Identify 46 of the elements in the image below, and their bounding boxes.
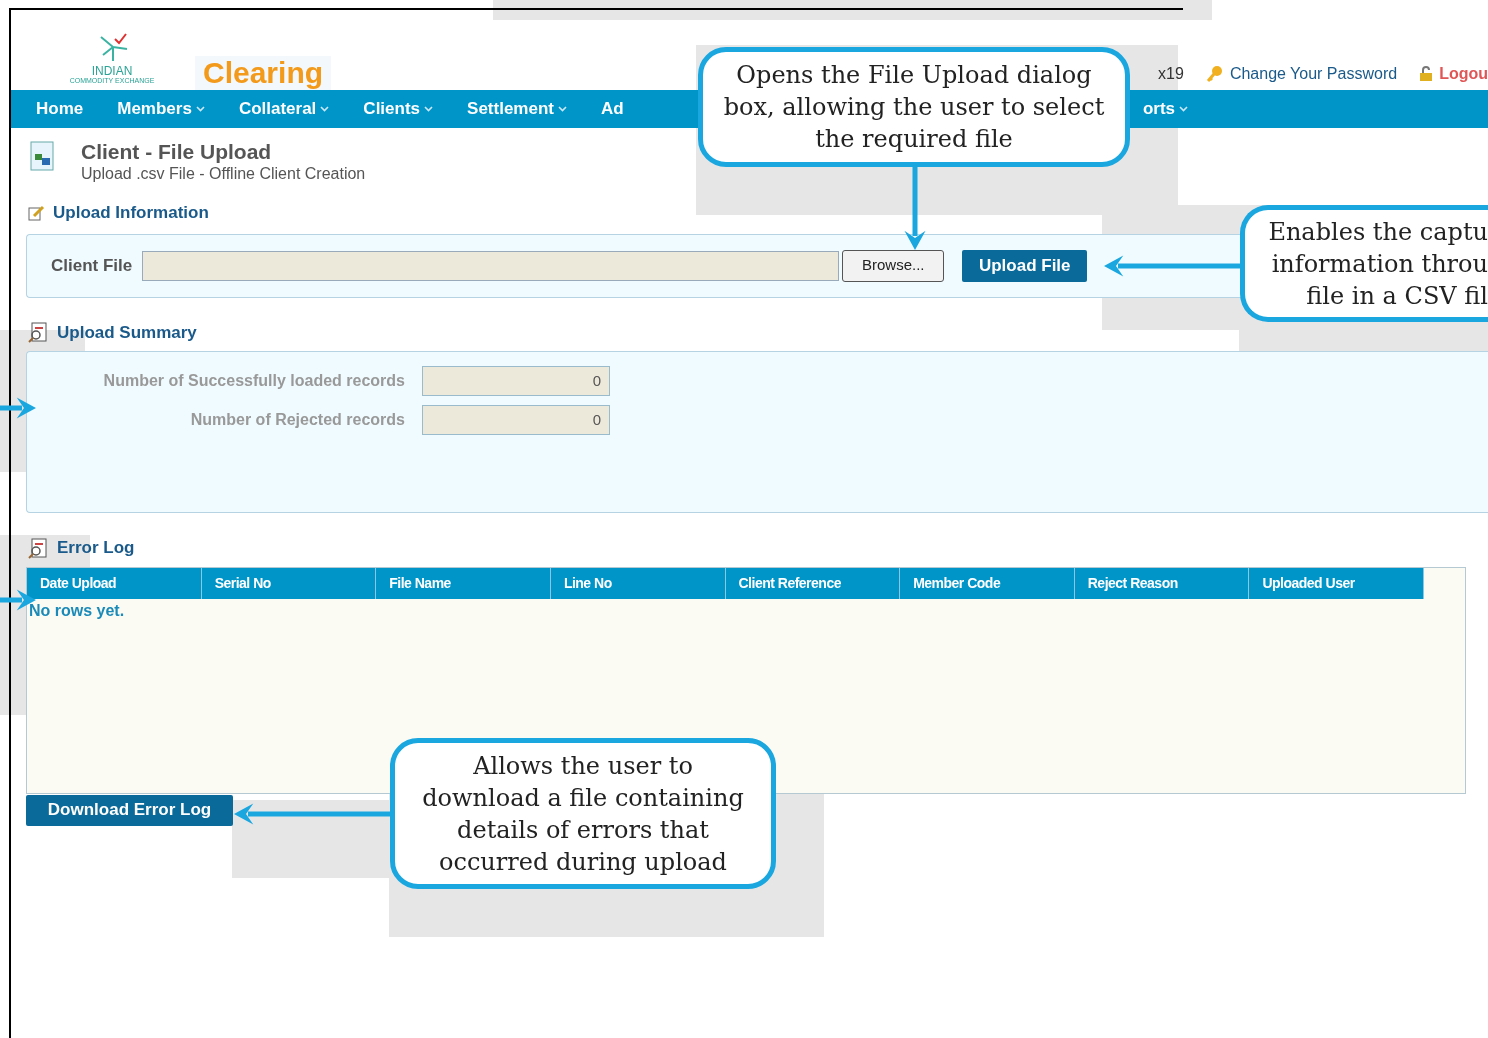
column-header: Serial No [201,567,377,599]
page-subtitle: Upload .csv File - Offline Client Creation [81,164,366,184]
spreadsheet-icon [29,140,57,172]
key-icon [1205,65,1224,83]
summary-label: Number of Rejected records [189,410,405,430]
section-heading: Upload Information [53,202,209,224]
page-title: Client - File Upload [81,140,273,164]
count-field: 0 [422,366,610,396]
arrow [0,397,36,419]
nav-item[interactable]: Home [36,96,84,122]
document-icon [27,321,49,344]
callout-text: file in a CSV fil [1305,280,1488,312]
browse-button[interactable]: Browse... [842,249,945,282]
column-header: Member Code [900,567,1075,599]
nav-item[interactable]: Ad [600,96,624,122]
summary-label: Number of Successfully loaded records [102,371,405,391]
edit-icon [27,203,45,222]
file-input-field[interactable] [142,250,840,281]
section-heading: Upload Summary [57,321,197,344]
logo-text: INDIAN [91,65,133,78]
download-error-log-button[interactable]: Download Error Log [26,794,233,826]
callout-text: Enables the captu [1267,216,1488,248]
nav-item[interactable]: orts [1142,96,1188,122]
logout-link[interactable]: Logou [1419,62,1488,86]
count-field: 0 [422,405,610,435]
nav-item[interactable]: Members [117,96,205,122]
column-header: Client Reference [725,567,901,599]
user-id: x19 [1158,64,1184,84]
document-icon [27,536,49,559]
section-heading: Error Log [57,537,135,559]
column-header: File Name [376,567,551,599]
callout-text: information throu [1270,248,1488,280]
app-title: Clearing [195,56,332,90]
password-link[interactable]: Change Your Password [1205,62,1398,86]
column-header: Line No [550,567,726,599]
column-header: Reject Reason [1074,567,1250,599]
upload-file-button[interactable]: Upload File [962,249,1088,282]
empty-message: No rows yet. [29,600,126,621]
callout-text: Allows the user to download a file containing details of errors that occurred during upload [421,750,745,878]
callout-text: Opens the File Upload dialog box, allowing the user to select the required file [723,60,1105,155]
field-label: Client File [51,254,133,277]
nav-item[interactable]: Clients [363,96,434,122]
nav-item[interactable]: Settlement [467,96,567,122]
column-header: Uploaded User [1249,567,1424,599]
lock-icon [1419,66,1434,82]
nav-item[interactable]: Collateral [238,96,330,122]
